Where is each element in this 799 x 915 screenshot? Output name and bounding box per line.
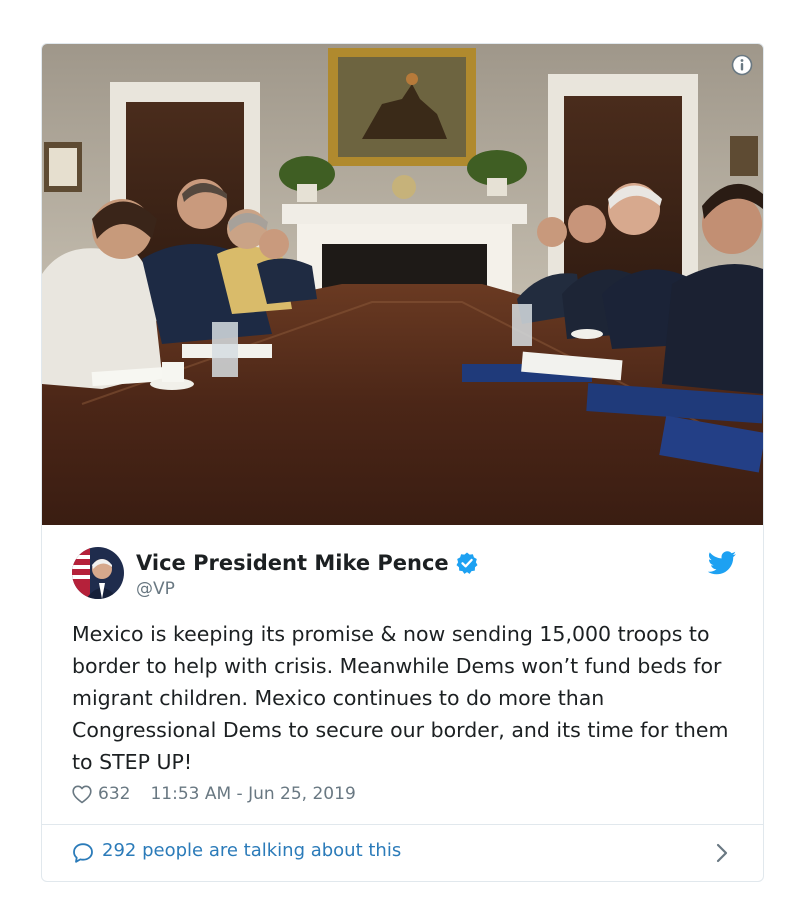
name-row: Vice President Mike Pence — [136, 551, 479, 575]
talking-about-label[interactable]: 292 people are talking about this — [102, 840, 401, 861]
chevron-right-icon[interactable] — [715, 842, 729, 864]
twitter-bird-icon[interactable] — [707, 551, 737, 577]
speech-bubble-icon — [73, 843, 93, 863]
conversation-link[interactable]: 292 people are talking about this — [42, 825, 763, 881]
heart-icon[interactable] — [72, 785, 92, 804]
info-icon[interactable] — [731, 54, 753, 76]
avatar[interactable] — [72, 547, 124, 599]
timestamp[interactable]: 11:53 AM - Jun 25, 2019 — [150, 784, 355, 804]
tweet-text: Mexico is keeping its promise & now send… — [72, 622, 729, 774]
tweet-photo[interactable] — [42, 44, 763, 525]
tweet-meta: 632 11:53 AM - Jun 25, 2019 — [72, 784, 356, 804]
handle[interactable]: @VP — [136, 579, 175, 599]
verified-badge-icon — [456, 552, 478, 574]
tweet-card: Vice President Mike Pence @VP Mexico is … — [41, 43, 764, 882]
like-count[interactable]: 632 — [98, 784, 130, 804]
tweet-header: Vice President Mike Pence @VP — [72, 547, 737, 603]
display-name[interactable]: Vice President Mike Pence — [136, 551, 449, 575]
